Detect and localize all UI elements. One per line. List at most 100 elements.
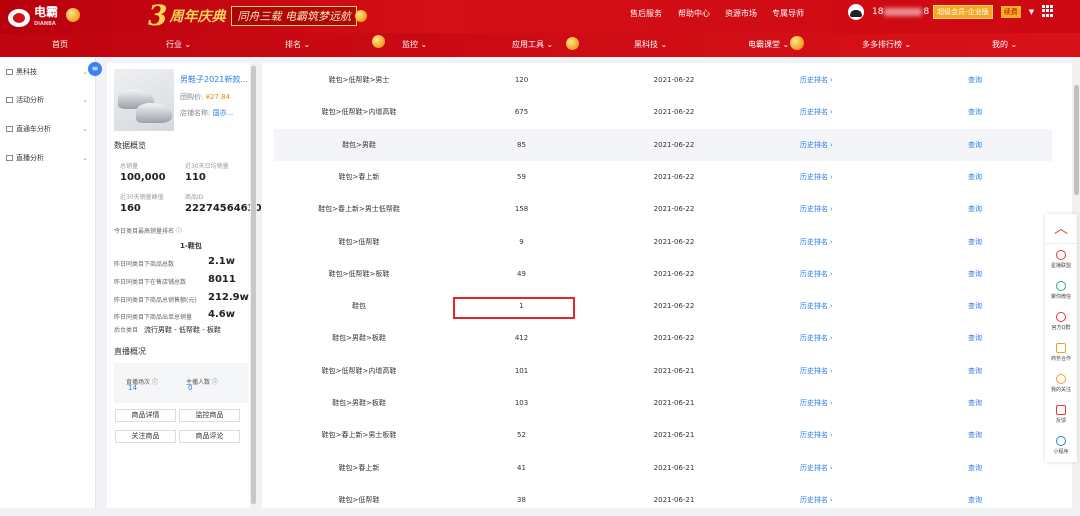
sidebar-item-black-tech[interactable]: 黑科技 ⌄ — [6, 67, 88, 77]
query-link[interactable]: 查询 — [968, 355, 982, 387]
product-reviews-button[interactable]: 商品评论 — [179, 430, 240, 443]
history-rank-link[interactable]: 历史排名 — [800, 355, 828, 387]
nav-black-tech[interactable]: 黑科技 ⌄ — [634, 39, 667, 50]
backend-category-value: 流行男鞋 - 低帮鞋 - 板鞋 — [143, 326, 221, 334]
nav-ranking[interactable]: 排名 ⌄ — [285, 39, 310, 50]
product-id-label: 商品ID — [185, 194, 204, 201]
follow-product-button[interactable]: 关注商品 — [115, 430, 176, 443]
product-panel: 男鞋子2021新款... 团购价: ¥27.84 店铺名称: 国亦... 数据概… — [107, 63, 269, 508]
nav-mine[interactable]: 我的 ⌄ — [992, 39, 1017, 50]
avatar[interactable] — [848, 4, 864, 20]
nav-class[interactable]: 电霸课堂 ⌄ — [748, 39, 789, 50]
query-link[interactable]: 查询 — [968, 193, 982, 225]
nav-monitor[interactable]: 监控 ⌄ — [402, 39, 427, 50]
float-item-star-league[interactable]: 星播联盟 — [1045, 246, 1077, 276]
shop-label: 店铺名称: — [180, 109, 211, 117]
history-rank-link[interactable]: 历史排名 — [800, 387, 828, 419]
yesterday-label: 昨日同类目下商品总销售额(元) — [114, 297, 197, 304]
float-item-label: 我的关注 — [1050, 387, 1071, 393]
rank-cell: 41 — [517, 463, 526, 472]
today-rank-label: 今日类目最高销量排名 ⓘ — [114, 226, 248, 235]
query-link[interactable]: 查询 — [968, 452, 982, 484]
nav-tools[interactable]: 应用工具 ⌄ — [512, 39, 553, 50]
rank-cell: 120 — [514, 76, 529, 84]
float-item-business[interactable]: 商务合作 — [1045, 339, 1077, 369]
query-link[interactable]: 查询 — [968, 64, 982, 96]
nav-industry[interactable]: 行业 ⌄ — [166, 39, 191, 50]
float-item-label: 官方Q群 — [1051, 325, 1071, 331]
history-rank-link[interactable]: 历史排名 — [800, 226, 828, 258]
renew-button[interactable]: 续费 — [1000, 6, 1021, 18]
history-rank-link[interactable]: 历史排名 — [800, 484, 828, 516]
history-rank-link[interactable]: 历史排名 — [800, 322, 828, 354]
help-icon[interactable]: ⓘ — [176, 228, 182, 235]
chevron-right-icon: › — [830, 205, 833, 214]
sidebar-item-live[interactable]: 直播分析 ⌄ — [6, 153, 88, 163]
link-mentor[interactable]: 专属导师 — [772, 8, 804, 19]
rank-cell: 103 — [514, 399, 529, 407]
sidebar-item-ztc[interactable]: 直通车分析 ⌄ — [6, 124, 88, 134]
qq-icon — [1056, 312, 1066, 322]
peak30-label: 近30天销量峰值 — [120, 194, 164, 201]
history-rank-link[interactable]: 历史排名 — [800, 129, 828, 161]
float-item-feedback[interactable]: 反馈 — [1045, 401, 1077, 431]
query-link[interactable]: 查询 — [968, 322, 982, 354]
table-row: 鞋包>低帮鞋>男士 120 2021-06-22 历史排名 › 查询 — [274, 64, 1052, 96]
right-float-bar: ︿ 星播联盟 聚你微信 官方Q群 商务合作 我的关注 反馈 小程序 — [1045, 214, 1077, 462]
menu-toggle-icon[interactable]: ≡ — [88, 62, 102, 76]
history-rank-link[interactable]: 历史排名 — [800, 290, 828, 322]
query-link[interactable]: 查询 — [968, 258, 982, 290]
panel-scrollbar-thumb[interactable] — [251, 66, 256, 504]
query-link[interactable]: 查询 — [968, 161, 982, 193]
query-link[interactable]: 查询 — [968, 484, 982, 516]
product-detail-button[interactable]: 商品详情 — [115, 409, 176, 422]
vip-badge[interactable]: 超级会员-企业版 — [933, 5, 993, 19]
category-cell: 鞋包>低帮鞋>内增高鞋 — [321, 108, 397, 117]
back-to-top-icon[interactable]: ︿ — [1045, 214, 1077, 244]
link-help-center[interactable]: 帮助中心 — [678, 8, 725, 19]
user-dropdown-icon[interactable]: ▼ — [1029, 8, 1034, 16]
category-cell: 鞋包>低帮鞋>男士 — [328, 76, 390, 84]
float-item-mini-program[interactable]: 小程序 — [1045, 432, 1077, 462]
product-image[interactable] — [114, 69, 174, 131]
monitor-product-button[interactable]: 监控商品 — [179, 409, 240, 422]
nav-duoduo-rank[interactable]: 多多排行榜 ⌄ — [862, 39, 911, 50]
history-rank-link[interactable]: 历史排名 — [800, 193, 828, 225]
history-rank-link[interactable]: 历史排名 — [800, 161, 828, 193]
history-rank-link[interactable]: 历史排名 — [800, 258, 828, 290]
query-link[interactable]: 查询 — [968, 290, 982, 322]
float-item-favorites[interactable]: 我的关注 — [1045, 370, 1077, 400]
category-cell: 鞋包>低帮鞋>内增高鞋 — [321, 366, 397, 375]
float-item-wechat[interactable]: 聚你微信 — [1045, 277, 1077, 307]
history-rank-link[interactable]: 历史排名 — [800, 64, 828, 96]
apps-grid-icon[interactable] — [1042, 5, 1054, 17]
category-cell: 鞋包>春上新>男士低帮鞋 — [318, 205, 400, 214]
group-price-row: 团购价: ¥27.84 — [180, 92, 230, 102]
float-item-qq-group[interactable]: 官方Q群 — [1045, 308, 1077, 338]
live-title: 直播概况 — [114, 347, 146, 356]
query-link[interactable]: 查询 — [968, 129, 982, 161]
help-icon[interactable]: ⓘ — [212, 379, 218, 386]
sidebar-item-activity[interactable]: 活动分析 ⌄ — [6, 95, 88, 105]
help-icon[interactable]: ⓘ — [152, 379, 158, 386]
shop-name[interactable]: 国亦... — [213, 109, 234, 117]
history-rank-link[interactable]: 历史排名 — [800, 96, 828, 128]
query-link[interactable]: 查询 — [968, 226, 982, 258]
history-rank-link[interactable]: 历史排名 — [800, 419, 828, 451]
page-scrollbar-thumb[interactable] — [1074, 85, 1079, 195]
nav-class-label: 电霸课堂 — [748, 40, 780, 49]
link-resource-market[interactable]: 资源市场 — [725, 8, 772, 19]
history-rank-link[interactable]: 历史排名 — [800, 452, 828, 484]
anniversary-banner[interactable]: 3 周年庆典 同舟三载 电霸筑梦远航 — [148, 2, 357, 30]
link-after-sales[interactable]: 售后服务 — [630, 8, 678, 19]
query-link[interactable]: 查询 — [968, 419, 982, 451]
menu-icon — [6, 126, 13, 132]
product-title[interactable]: 男鞋子2021新款... — [180, 74, 248, 85]
float-item-label: 聚你微信 — [1050, 294, 1071, 300]
play-icon — [1056, 250, 1066, 260]
query-link[interactable]: 查询 — [968, 96, 982, 128]
nav-home[interactable]: 首页 — [52, 39, 68, 50]
logo[interactable]: 电霸 DIANBA — [8, 6, 58, 30]
query-link[interactable]: 查询 — [968, 387, 982, 419]
float-item-label: 小程序 — [1053, 449, 1069, 455]
